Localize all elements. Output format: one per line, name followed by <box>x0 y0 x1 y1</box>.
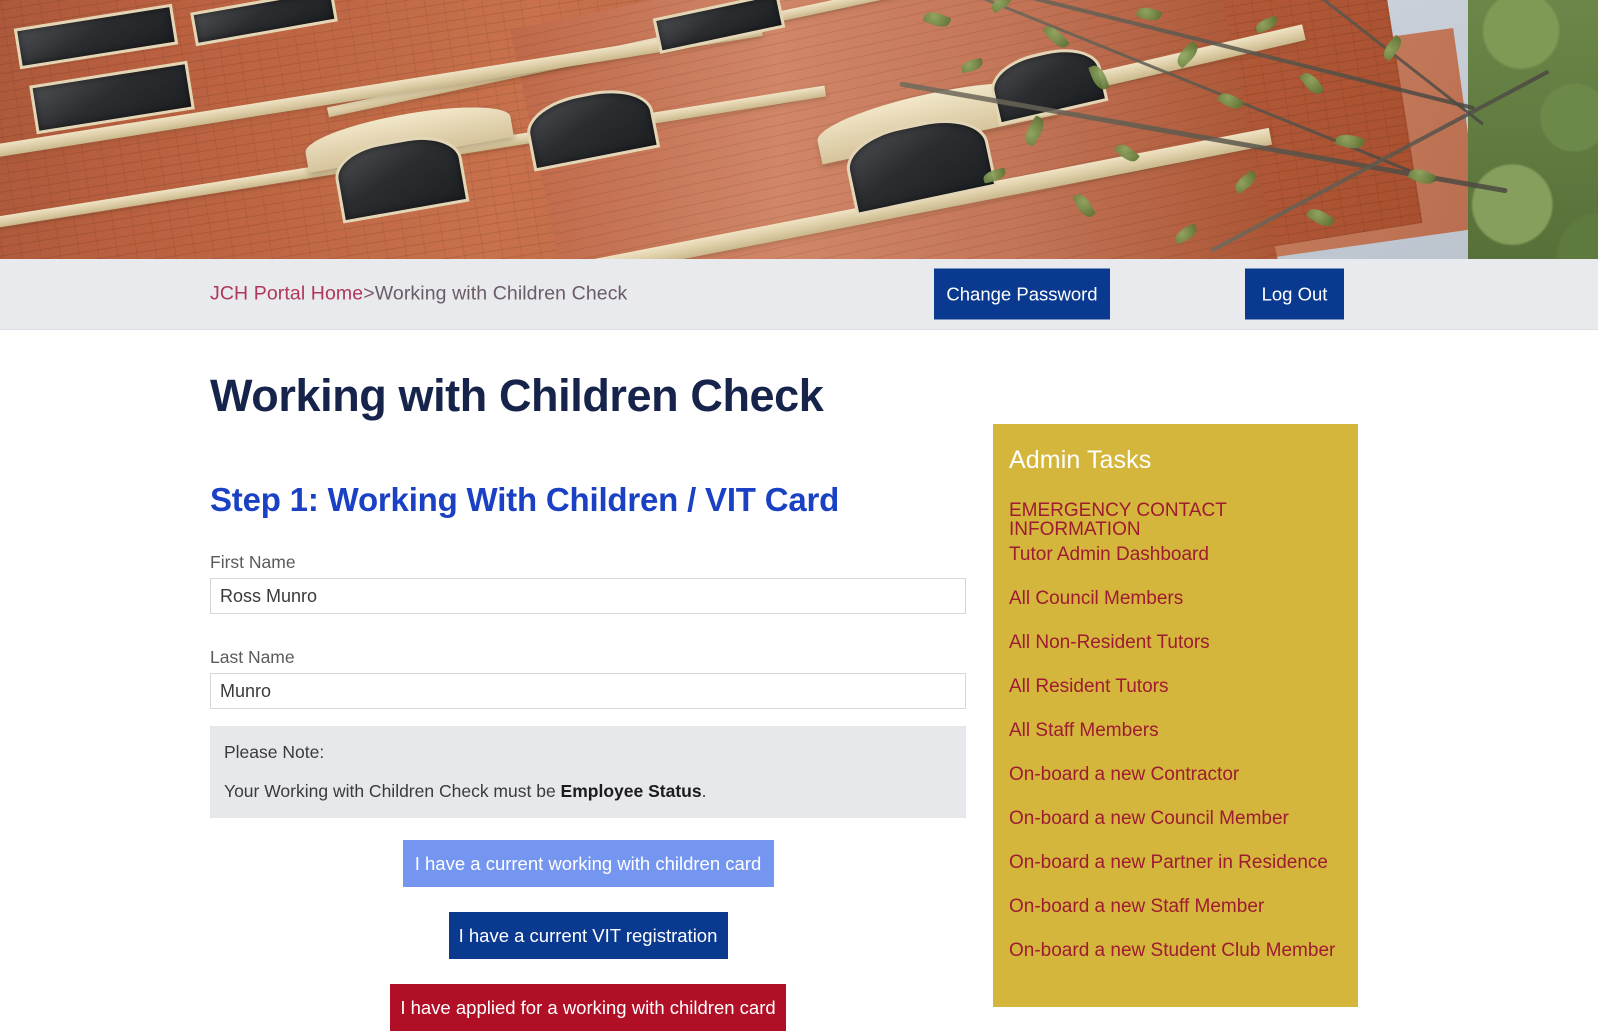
sidebar-item-tutor-admin-dashboard[interactable]: Tutor Admin Dashboard <box>1009 545 1358 589</box>
sidebar-item-label: Tutor Admin Dashboard <box>1009 544 1209 565</box>
log-out-button[interactable]: Log Out <box>1245 268 1344 320</box>
sidebar-item-onboard-new-student-club-member[interactable]: On-board a new Student Club Member <box>1009 941 1358 985</box>
sidebar-item-all-staff-members[interactable]: All Staff Members <box>1009 721 1358 765</box>
applied-for-wwc-card-button[interactable]: I have applied for a working with childr… <box>390 984 786 1031</box>
sidebar-item-all-non-resident-tutors[interactable]: All Non-Resident Tutors <box>1009 633 1358 677</box>
shrub <box>0 207 208 259</box>
main-content-column: Working with Children Check Step 1: Work… <box>210 372 966 1031</box>
breadcrumb: JCH Portal Home>Working with Children Ch… <box>210 283 627 306</box>
step-heading: Step 1: Working With Children / VIT Card <box>210 481 840 519</box>
sidebar-item-label: On-board a new Council Member <box>1009 808 1289 829</box>
option-button-stack: I have a current working with children c… <box>210 840 966 1031</box>
sidebar-item-onboard-new-staff-member[interactable]: On-board a new Staff Member <box>1009 897 1358 941</box>
top-navigation-bar: JCH Portal Home>Working with Children Ch… <box>0 259 1598 330</box>
sidebar-item-label: On-board a new Contractor <box>1009 764 1240 785</box>
sidebar-item-onboard-new-partner-in-residence[interactable]: On-board a new Partner in Residence <box>1009 853 1358 897</box>
last-name-field-group: Last Name <box>210 647 966 710</box>
last-name-label: Last Name <box>210 647 295 668</box>
foliage-overlay <box>895 0 1598 259</box>
sidebar-title: Admin Tasks <box>1009 446 1152 474</box>
sidebar-item-all-council-members[interactable]: All Council Members <box>1009 589 1358 633</box>
hero-banner <box>0 0 1598 259</box>
sidebar-item-label: On-board a new Partner in Residence <box>1009 852 1328 873</box>
sidebar-item-label: On-board a new Staff Member <box>1009 896 1265 917</box>
page-body: Working with Children Check Step 1: Work… <box>0 330 1598 1031</box>
admin-tasks-sidebar: Admin Tasks EMERGENCY CONTACT INFORMATIO… <box>993 424 1358 1007</box>
sidebar-item-label: On-board a new Student Club Member <box>1009 940 1336 961</box>
sidebar-item-all-resident-tutors[interactable]: All Resident Tutors <box>1009 677 1358 721</box>
have-current-wwc-card-button[interactable]: I have a current working with children c… <box>402 840 774 887</box>
first-name-input[interactable] <box>210 578 966 615</box>
sidebar-item-onboard-new-contractor[interactable]: On-board a new Contractor <box>1009 765 1358 809</box>
sidebar-item-emergency-contact-information[interactable]: EMERGENCY CONTACT INFORMATION <box>1009 501 1358 545</box>
have-current-vit-registration-button[interactable]: I have a current VIT registration <box>448 912 728 959</box>
tree-canopy <box>1468 0 1598 259</box>
last-name-input[interactable] <box>210 673 966 710</box>
sidebar-item-label: All Council Members <box>1009 588 1184 609</box>
page-title: Working with Children Check <box>210 370 824 421</box>
breadcrumb-home-link[interactable]: JCH Portal Home <box>210 283 363 305</box>
note-text-bold: Employee Status <box>560 780 702 801</box>
note-text: Your Working with Children Check must be… <box>224 780 952 801</box>
breadcrumb-current: Working with Children Check <box>374 282 628 305</box>
sidebar-item-label: All Resident Tutors <box>1009 676 1169 697</box>
note-text-before: Your Working with Children Check must be <box>224 780 561 801</box>
building-photo-banner <box>0 0 1598 259</box>
change-password-button[interactable]: Change Password <box>934 268 1110 320</box>
first-name-label: First Name <box>210 552 296 573</box>
note-text-after: . <box>701 780 707 801</box>
note-heading: Please Note: <box>224 742 325 763</box>
please-note-box: Please Note: Your Working with Children … <box>210 726 966 818</box>
sidebar-item-label: EMERGENCY CONTACT INFORMATION <box>1009 500 1227 540</box>
sidebar-item-onboard-new-council-member[interactable]: On-board a new Council Member <box>1009 809 1358 853</box>
sidebar-item-label: All Non-Resident Tutors <box>1009 632 1210 653</box>
first-name-field-group: First Name <box>210 552 966 615</box>
sidebar-item-label: All Staff Members <box>1009 720 1159 741</box>
breadcrumb-separator: > <box>363 282 375 305</box>
